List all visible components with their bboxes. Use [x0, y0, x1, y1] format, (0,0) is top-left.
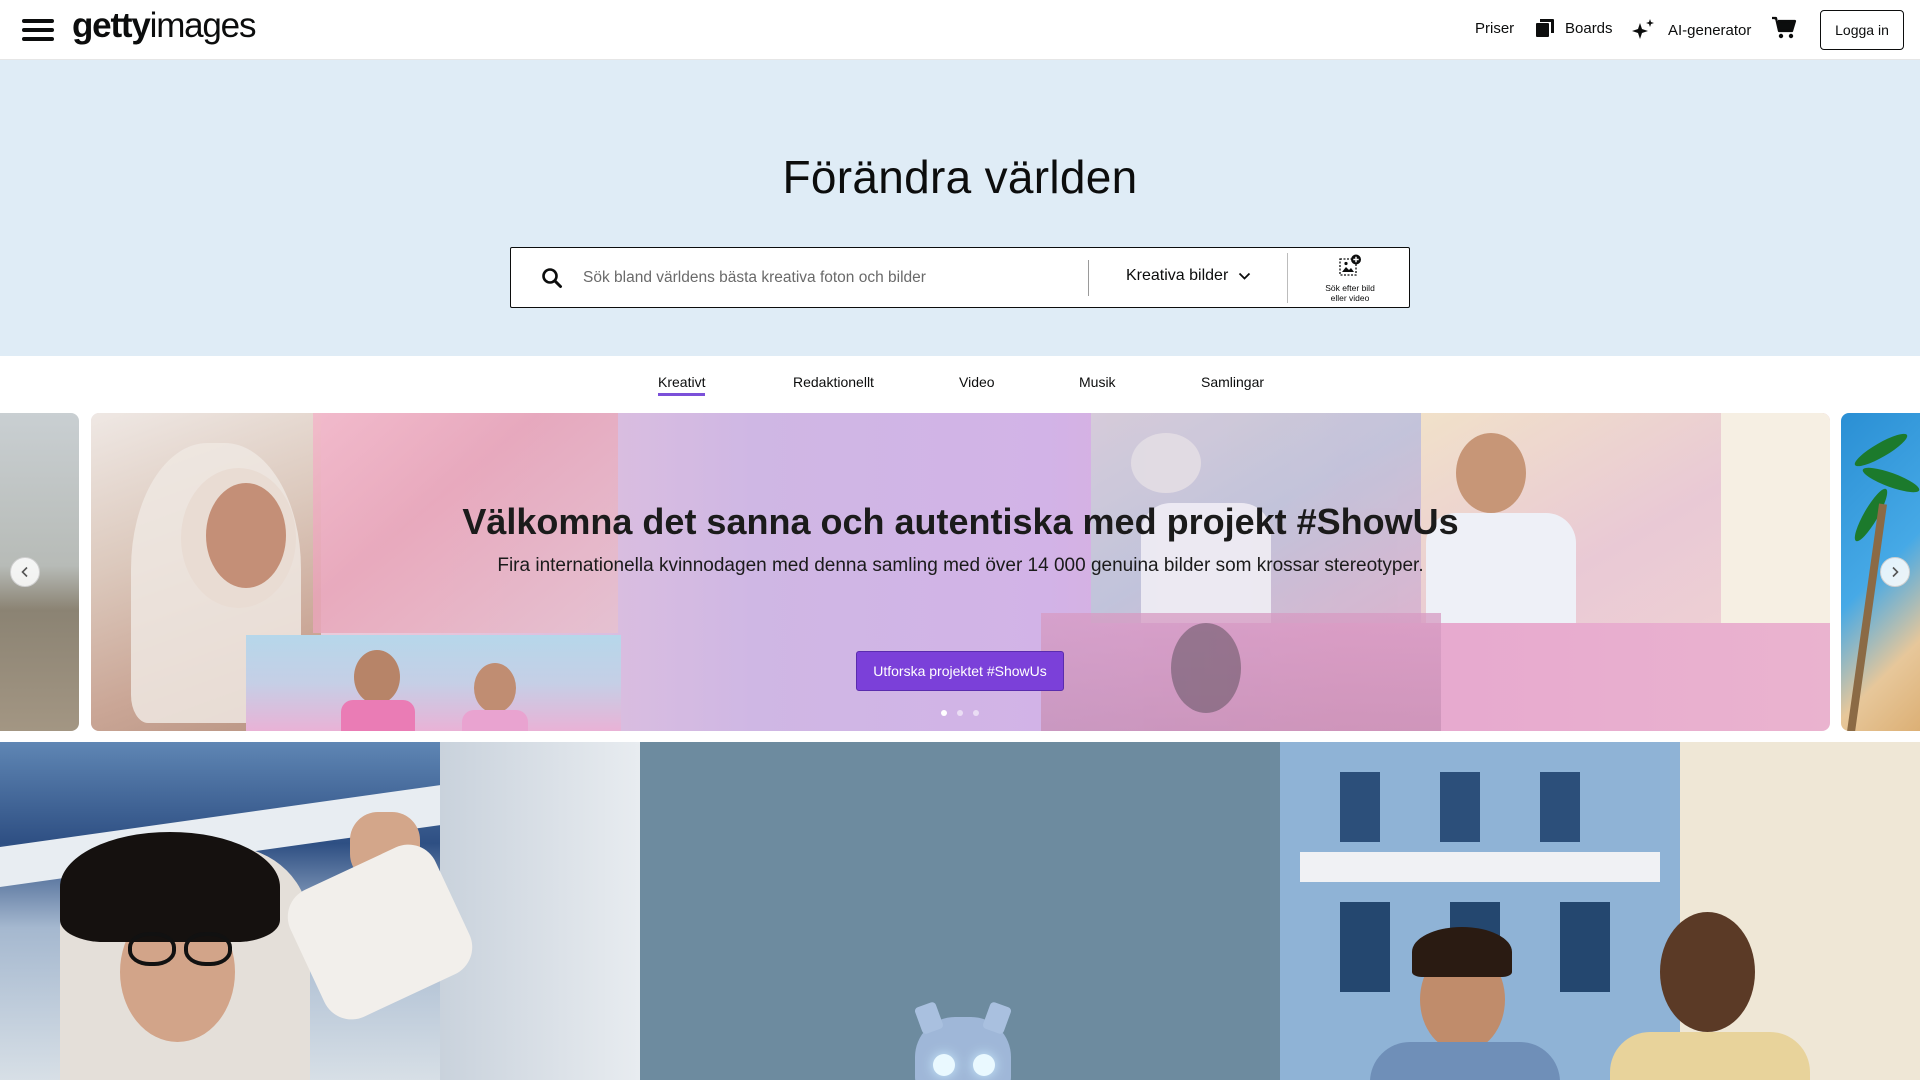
chevron-left-icon [21, 566, 28, 578]
carousel-dot[interactable] [941, 710, 947, 716]
visual-search-button[interactable]: Sök efter bild eller video [1296, 254, 1404, 303]
visual-search-label: eller video [1330, 293, 1370, 303]
promo-slide: Välkomna det sanna och autentiska med pr… [91, 413, 1830, 731]
hero-section: Förändra världen Kreativa bilder [0, 60, 1920, 356]
carousel-next-button[interactable] [1880, 557, 1910, 587]
category-tabs: Kreativt Redaktionellt Video Musik Samli… [0, 374, 1920, 404]
chevron-down-icon [1239, 272, 1251, 280]
featured-image-robot[interactable] [640, 742, 1280, 1080]
collage-photo [1041, 613, 1441, 731]
top-navigation-bar: gettyimages Priser Boards AI-generator L… [0, 0, 1920, 60]
carousel-prev-button[interactable] [10, 557, 40, 587]
login-button[interactable]: Logga in [1820, 10, 1904, 50]
chevron-right-icon [1892, 566, 1899, 578]
tab-redaktionellt[interactable]: Redaktionellt [793, 374, 874, 390]
tab-samlingar[interactable]: Samlingar [1201, 374, 1264, 390]
carousel-dot[interactable] [957, 710, 963, 716]
ai-generator-label: AI-generator [1668, 21, 1752, 39]
hero-title: Förändra världen [782, 151, 1138, 203]
ai-generator-link[interactable]: AI-generator [1630, 17, 1751, 43]
logo-text-light: images [149, 6, 257, 45]
carousel-dot[interactable] [973, 710, 979, 716]
featured-image-grid [0, 742, 1920, 1080]
image-search-icon [1336, 254, 1364, 282]
search-icon[interactable] [541, 267, 563, 294]
boards-icon [1535, 18, 1555, 38]
promo-carousel: Välkomna det sanna och autentiska med pr… [0, 413, 1920, 731]
pricing-label: Priser [1475, 20, 1515, 37]
promo-subtitle: Fira internationella kvinnodagen med den… [497, 555, 1424, 576]
boards-label: Boards [1565, 19, 1613, 37]
search-bar: Kreativa bilder Sök efter bild eller vid… [510, 247, 1410, 308]
tab-musik[interactable]: Musik [1079, 374, 1116, 390]
image-type-dropdown[interactable]: Kreativa bilder [1126, 267, 1251, 285]
carousel-pagination [941, 710, 979, 716]
logo-text-bold: getty [72, 6, 151, 45]
tab-video[interactable]: Video [959, 374, 995, 390]
pricing-link[interactable]: Priser [1475, 20, 1514, 37]
gettyimages-logo[interactable]: gettyimages [72, 6, 257, 46]
visual-search-label: Sök efter bild [1325, 283, 1375, 293]
search-divider [1088, 260, 1089, 296]
featured-image-karate-girl[interactable] [0, 742, 640, 1080]
cart-icon[interactable] [1771, 16, 1797, 40]
search-input[interactable] [583, 262, 1083, 294]
tab-kreativt[interactable]: Kreativt [658, 374, 706, 396]
featured-image-street-friends[interactable] [1280, 742, 1920, 1080]
promo-title: Välkomna det sanna och autentiska med pr… [462, 501, 1459, 542]
explore-showus-button[interactable]: Utforska projektet #ShowUs [856, 651, 1064, 691]
search-divider [1287, 253, 1288, 303]
sparkle-icon [1630, 17, 1656, 43]
boards-link[interactable]: Boards [1535, 18, 1613, 38]
image-type-selected: Kreativa bilder [1126, 267, 1229, 284]
hamburger-menu-icon[interactable] [22, 17, 54, 43]
collage-photo [246, 635, 621, 731]
